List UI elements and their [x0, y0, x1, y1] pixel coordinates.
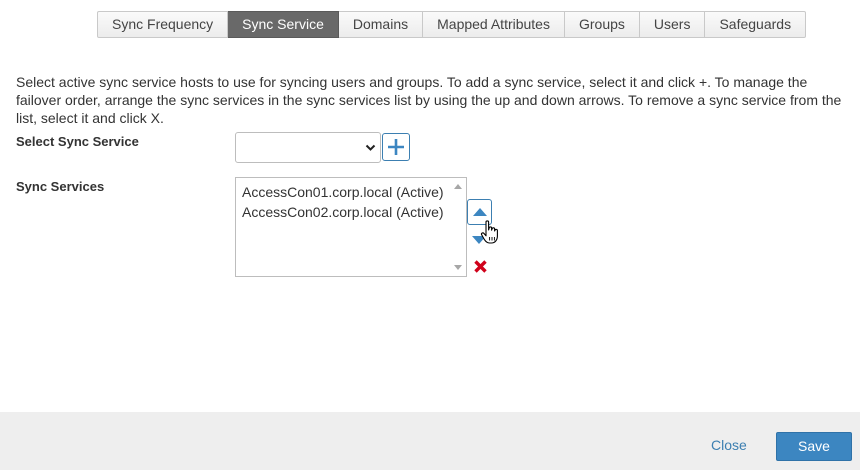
tab-mapped-attributes[interactable]: Mapped Attributes: [423, 11, 565, 38]
plus-icon: [388, 139, 404, 155]
scroll-up-arrow-icon[interactable]: [454, 184, 462, 189]
sync-services-label: Sync Services: [16, 179, 105, 194]
sync-services-list[interactable]: AccessCon01.corp.local (Active) AccessCo…: [235, 177, 467, 277]
list-item[interactable]: AccessCon01.corp.local (Active): [242, 182, 444, 202]
list-item[interactable]: AccessCon02.corp.local (Active): [242, 202, 444, 222]
hand-cursor-icon: [480, 220, 498, 244]
remove-x-icon[interactable]: [473, 259, 488, 274]
select-sync-service-label: Select Sync Service: [16, 134, 139, 149]
sync-service-select[interactable]: [235, 132, 381, 163]
close-link[interactable]: Close: [711, 437, 747, 453]
tab-safeguards[interactable]: Safeguards: [705, 11, 807, 38]
list-scrollbar[interactable]: [451, 178, 466, 276]
dialog-footer: Close Save: [0, 412, 860, 470]
save-button[interactable]: Save: [776, 432, 852, 461]
tab-sync-frequency[interactable]: Sync Frequency: [97, 11, 229, 38]
tab-bar: Sync Frequency Sync Service Domains Mapp…: [97, 11, 807, 38]
chevron-down-icon: [365, 144, 376, 151]
tab-users[interactable]: Users: [639, 11, 706, 38]
tab-domains[interactable]: Domains: [338, 11, 424, 38]
tab-groups[interactable]: Groups: [564, 11, 640, 38]
scroll-down-arrow-icon[interactable]: [454, 265, 462, 270]
tab-sync-service[interactable]: Sync Service: [228, 11, 339, 38]
add-sync-service-button[interactable]: [382, 133, 410, 161]
instructions-text: Select active sync service hosts to use …: [16, 74, 842, 126]
arrow-up-icon: [472, 208, 487, 216]
